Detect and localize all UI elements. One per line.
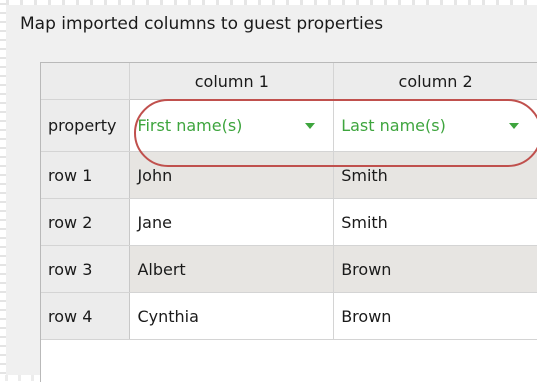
import-mapping-panel: Map imported columns to guest properties… — [0, 0, 537, 382]
table-cell[interactable]: Albert — [129, 245, 335, 293]
column-header-2[interactable]: column 2 — [333, 63, 537, 100]
table-cell[interactable]: Smith — [333, 151, 537, 199]
property-dropdown-2-value: Last name(s) — [341, 116, 446, 135]
corner-header — [41, 63, 131, 100]
torn-edge-top — [0, 0, 537, 5]
property-dropdown-2[interactable]: Last name(s) — [341, 116, 533, 135]
table-row: row 4 Cynthia Brown — [41, 292, 537, 340]
property-dropdown-1-value: First name(s) — [137, 116, 243, 135]
table-cell[interactable]: Brown — [333, 245, 537, 293]
property-dropdown-1[interactable]: First name(s) — [137, 116, 329, 135]
group-box-title: Map imported columns to guest properties — [20, 14, 384, 34]
column-header-1[interactable]: column 1 — [129, 63, 335, 100]
table-row: row 1 John Smith — [41, 151, 537, 199]
table-row: row 3 Albert Brown — [41, 245, 537, 293]
row-header-property: property — [41, 99, 131, 152]
table-cell[interactable]: Smith — [333, 198, 537, 246]
row-header: row 1 — [41, 151, 131, 199]
mapping-table-frame: column 1 column 2 property First name(s)… — [40, 62, 537, 382]
mapping-table: column 1 column 2 property First name(s)… — [41, 63, 537, 340]
table-cell[interactable]: Jane — [129, 198, 335, 246]
table-row: row 2 Jane Smith — [41, 198, 537, 246]
property-cell-1[interactable]: First name(s) — [129, 99, 335, 152]
dropdown-arrow-icon[interactable] — [509, 122, 520, 129]
dropdown-arrow-icon[interactable] — [305, 122, 316, 129]
row-header: row 4 — [41, 292, 131, 340]
table-cell[interactable]: Brown — [333, 292, 537, 340]
row-header: row 3 — [41, 245, 131, 293]
table-cell[interactable]: John — [129, 151, 335, 199]
property-cell-2[interactable]: Last name(s) — [333, 99, 537, 152]
row-header: row 2 — [41, 198, 131, 246]
table-cell[interactable]: Cynthia — [129, 292, 335, 340]
torn-edge-left — [0, 0, 6, 381]
